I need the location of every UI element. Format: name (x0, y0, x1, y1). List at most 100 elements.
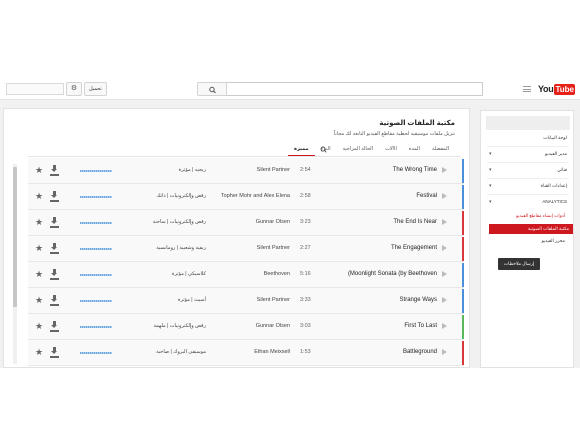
play-icon[interactable] (442, 219, 447, 225)
play-icon[interactable] (442, 167, 447, 173)
sidebar-subitem-audio-library[interactable]: مكتبة الملفات الصوتية (489, 224, 573, 234)
star-icon[interactable]: ★ (35, 347, 43, 357)
waveform (80, 326, 112, 328)
track-name: First To Last (404, 323, 437, 329)
track-genre: رقص وإلكترونيات | ملهمة (153, 323, 206, 329)
guide-menu-icon[interactable] (523, 86, 531, 92)
download-icon-base (50, 330, 59, 332)
sidebar-item-label: إعدادات القناة (540, 183, 567, 188)
track-artist: Silent Partner (256, 245, 290, 251)
track-duration: 2:58 (300, 193, 311, 199)
sidebar-item-dashboard[interactable]: لوحة البيانات (481, 131, 573, 145)
creator-sidebar: لوحة البيانات ▾ مدير الفيديو ▾ قناتي ▾ إعدا… (480, 110, 574, 368)
page-title: مكتبة الملفات الصوتية (379, 120, 455, 127)
track-duration: 1:53 (300, 349, 311, 355)
track-row[interactable]: ★ أسيث | مؤثرة Silent Partner 3:33 Strange W… (28, 288, 464, 314)
track-row[interactable]: ★ رقص وإلكترونيات | ملهمة Gunnar Olsen 3:03… (28, 314, 464, 340)
download-icon-base (50, 278, 59, 280)
sidebar-item-settings[interactable]: ▾ إعدادات القناة (481, 179, 573, 193)
track-genre: ريفية وشعبية | رومانسية (156, 245, 206, 251)
track-color-bar (462, 185, 464, 209)
logo-you-text: You (538, 84, 554, 94)
track-genre: رقص وإلكترونيات | ساخنة (152, 219, 206, 225)
track-row[interactable]: ★ كلاسيكي | مؤثرة Beethoven 5:16 (Moonlight … (28, 262, 464, 288)
track-row[interactable]: ★ رقص وإلكترونيات | ساخنة Gunnar Olsen 3:23… (28, 210, 464, 236)
sidebar-item-analytics[interactable]: ▾ ANALYTICS (481, 195, 573, 209)
youtube-logo[interactable]: You Tube (538, 83, 575, 95)
search-button[interactable] (197, 82, 227, 96)
download-icon-base (50, 356, 59, 358)
play-icon[interactable] (442, 245, 447, 251)
play-icon[interactable] (442, 323, 447, 329)
search-input[interactable] (227, 82, 483, 96)
track-name: The End Is Near (393, 219, 437, 225)
logo-tube-text: Tube (554, 83, 575, 95)
play-icon[interactable] (442, 297, 447, 303)
track-genre: رقص وإلكترونيات | ذاتك (156, 193, 206, 199)
track-row[interactable]: ★ رقص وإلكترونيات | ذاتك Topher Mohr and A… (28, 184, 464, 210)
track-row[interactable]: ★ ريفية وشعبية | رومانسية Silent Partner 2:… (28, 236, 464, 262)
track-artist: Topher Mohr and Alex Elena (220, 193, 290, 199)
gear-icon: ⚙ (70, 85, 78, 92)
star-icon[interactable]: ★ (35, 217, 43, 227)
track-genre: أسيث | مؤثرة (177, 297, 206, 303)
track-list: ★ ريجيه | مؤثرة Silent Partner 2:54 The Wron… (28, 158, 464, 366)
track-genre: موسيقى البروك | صاخبة (156, 349, 206, 355)
top-header: ⚙ تحميل You Tube (0, 78, 580, 100)
play-icon[interactable] (442, 193, 447, 199)
track-color-bar (462, 263, 464, 287)
track-duration: 3:03 (300, 323, 311, 329)
track-artist: Ethan Meixsell (254, 349, 290, 355)
download-icon-base (50, 174, 59, 176)
track-duration: 3:23 (300, 219, 311, 225)
account-area[interactable] (6, 83, 64, 95)
sidebar-item-label: مدير الفيديو (545, 151, 567, 156)
track-duration: 2:27 (300, 245, 311, 251)
tabs-divider (28, 156, 461, 157)
star-icon[interactable]: ★ (35, 243, 43, 253)
download-icon-base (50, 252, 59, 254)
search-icon (209, 86, 216, 94)
upload-button[interactable]: تحميل (84, 82, 107, 96)
channel-header[interactable] (486, 116, 570, 130)
star-icon[interactable]: ★ (35, 191, 43, 201)
star-icon[interactable]: ★ (35, 269, 43, 279)
sidebar-subitem-video-editor[interactable]: محرر الفيديو (481, 238, 573, 244)
track-artist: Gunnar Olsen (255, 323, 290, 329)
sidebar-item-label: ANALYTICS (542, 199, 567, 204)
scrollbar-thumb[interactable] (13, 167, 17, 307)
track-color-bar (462, 211, 464, 235)
sidebar-item-label: قناتي (557, 167, 567, 172)
track-name: The Engagement (390, 245, 437, 251)
star-icon[interactable]: ★ (35, 165, 43, 175)
track-name: (Moonlight Sonata (by Beethoven (347, 271, 437, 277)
sidebar-subitem-create[interactable]: أدوات إنشاء مقاطع الفيديو (481, 213, 573, 219)
play-icon[interactable] (442, 349, 447, 355)
library-search-icon[interactable] (320, 146, 327, 155)
track-row[interactable]: ★ ريجيه | مؤثرة Silent Partner 2:54 The Wron… (28, 158, 464, 184)
track-artist: Silent Partner (256, 167, 290, 173)
download-icon-base (50, 226, 59, 228)
sidebar-item-video-manager[interactable]: ▾ مدير الفيديو (481, 147, 573, 161)
track-name: Festival (416, 193, 437, 199)
chevron-down-icon: ▾ (489, 199, 492, 205)
play-icon[interactable] (442, 271, 447, 277)
track-name: Strange Ways (399, 297, 437, 303)
settings-button[interactable]: ⚙ (66, 82, 82, 96)
track-artist: Silent Partner (256, 297, 290, 303)
track-genre: كلاسيكي | مؤثرة (171, 271, 206, 277)
track-name: The Wrong Time (392, 167, 437, 173)
star-icon[interactable]: ★ (35, 295, 43, 305)
star-icon[interactable]: ★ (35, 321, 43, 331)
waveform (80, 170, 112, 172)
download-icon-base (50, 200, 59, 202)
track-color-bar (462, 237, 464, 261)
sidebar-item-channel[interactable]: ▾ قناتي (481, 163, 573, 177)
page-subtitle: تنزيل ملفات موسيقية لحظية مقاطع الفيديو … (333, 131, 455, 137)
track-duration: 2:54 (300, 167, 311, 173)
track-color-bar (462, 289, 464, 313)
track-row[interactable]: ★ موسيقى البروك | صاخبة Ethan Meixsell 1:53… (28, 340, 464, 366)
track-duration: 5:16 (300, 271, 311, 277)
sidebar-item-label: لوحة البيانات (543, 135, 567, 140)
send-feedback-button[interactable]: إرسال ملاحظات (498, 258, 540, 270)
